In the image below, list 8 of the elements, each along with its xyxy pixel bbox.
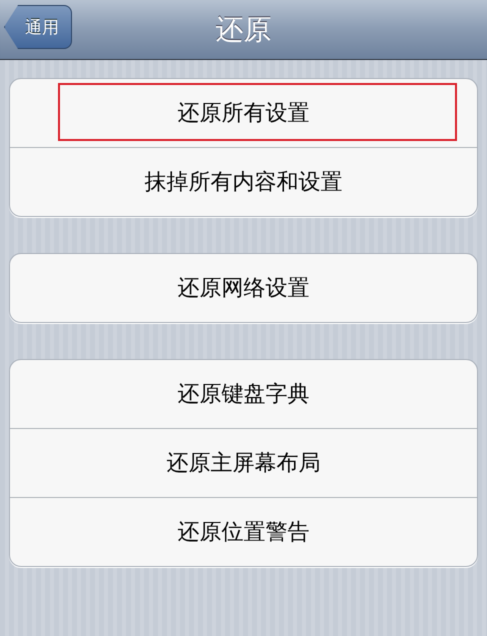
back-button[interactable]: 通用 (4, 5, 72, 49)
reset-option[interactable]: 抹掉所有内容和设置 (10, 148, 477, 216)
reset-option[interactable]: 还原位置警告 (10, 498, 477, 566)
reset-option[interactable]: 还原所有设置 (10, 79, 477, 147)
screen-title: 还原 (216, 12, 272, 48)
reset-option[interactable]: 还原键盘字典 (10, 360, 477, 428)
reset-option[interactable]: 还原主屏幕布局 (10, 429, 477, 497)
reset-option[interactable]: 还原网络设置 (10, 254, 477, 322)
